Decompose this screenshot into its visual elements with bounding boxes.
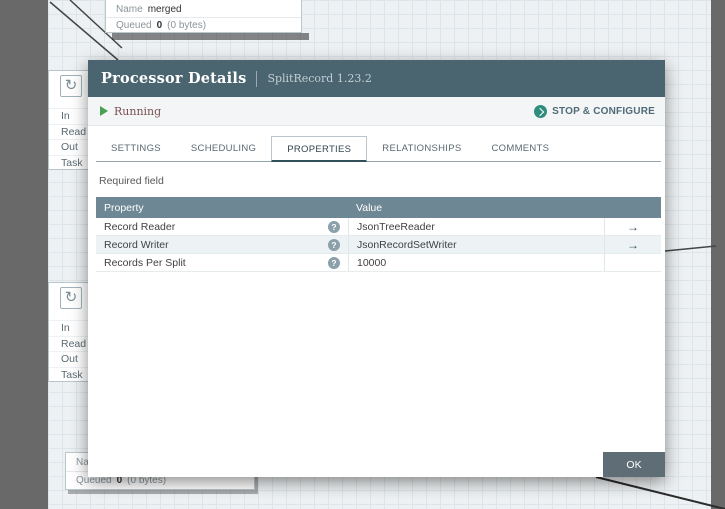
stop-configure-icon [534,104,548,118]
processor-details-dialog: Processor Details SplitRecord 1.23.2 Run… [88,60,665,477]
property-value-cell[interactable]: 10000 [348,254,604,271]
tab-comments[interactable]: COMMENTS [477,136,565,161]
stop-and-configure-button[interactable]: STOP & CONFIGURE [534,104,655,118]
property-name: Record Reader [104,220,176,233]
status-bar: Running STOP & CONFIGURE [88,97,665,126]
help-icon[interactable]: ? [328,220,340,233]
property-actions-cell: → [604,236,661,253]
connection-queued-row: Queued 0 (0 bytes) [106,17,301,33]
property-value-cell[interactable]: JsonRecordSetWriter [348,236,604,253]
property-actions-cell: → [604,218,661,235]
connection-shadow [112,33,309,40]
run-status-text: Running [114,104,162,118]
col-header-property: Property [104,201,144,214]
processor-refresh-icon: ↻ [60,75,82,97]
help-icon[interactable]: ? [328,256,340,269]
property-actions-cell [604,254,661,271]
tab-scheduling[interactable]: SCHEDULING [176,136,271,161]
table-row: Record Reader ? JsonTreeReader → [96,218,661,236]
property-value-cell[interactable]: JsonTreeReader [348,218,604,235]
table-row: Record Writer ? JsonRecordSetWriter → [96,236,661,254]
property-name-cell: Record Reader ? [96,218,348,235]
play-icon [100,106,108,116]
goto-service-icon[interactable]: → [627,220,639,234]
tab-settings[interactable]: SETTINGS [96,136,176,161]
col-header-value: Value [356,201,383,214]
goto-service-icon[interactable]: → [627,238,639,252]
required-field-note: Required field [99,175,164,187]
ok-button[interactable]: OK [603,452,665,477]
dialog-subtitle: SplitRecord 1.23.2 [267,72,372,85]
dialog-body: SETTINGS SCHEDULING PROPERTIES RELATIONS… [88,126,665,477]
table-row: Records Per Split ? 10000 [96,254,661,272]
properties-table: Property Value Record Reader ? JsonTreeR… [96,197,661,272]
property-name-cell: Records Per Split ? [96,254,348,271]
dialog-header: Processor Details SplitRecord 1.23.2 [88,60,665,97]
stop-configure-label: STOP & CONFIGURE [552,105,655,117]
property-name-cell: Record Writer ? [96,236,348,253]
tab-relationships[interactable]: RELATIONSHIPS [367,136,476,161]
tab-bar: SETTINGS SCHEDULING PROPERTIES RELATIONS… [96,136,661,162]
queued-count: 0 [156,20,163,31]
col-header-actions [604,197,661,218]
help-icon[interactable]: ? [328,238,340,251]
queued-label: Queued [116,20,152,31]
property-name: Records Per Split [104,256,186,269]
connection-label-top[interactable]: Name merged Queued 0 (0 bytes) [105,0,302,33]
property-name: Record Writer [104,238,169,251]
connection-name-value: merged [147,3,182,15]
dialog-title: Processor Details [101,70,247,87]
title-divider [256,70,258,87]
queued-size: (0 bytes) [167,20,207,31]
table-header-row: Property Value [96,197,661,218]
connection-name-row: Name merged [106,1,301,17]
connection-name-label: Name [116,3,143,15]
tab-properties[interactable]: PROPERTIES [271,136,368,162]
processor-refresh-icon: ↻ [60,287,82,309]
